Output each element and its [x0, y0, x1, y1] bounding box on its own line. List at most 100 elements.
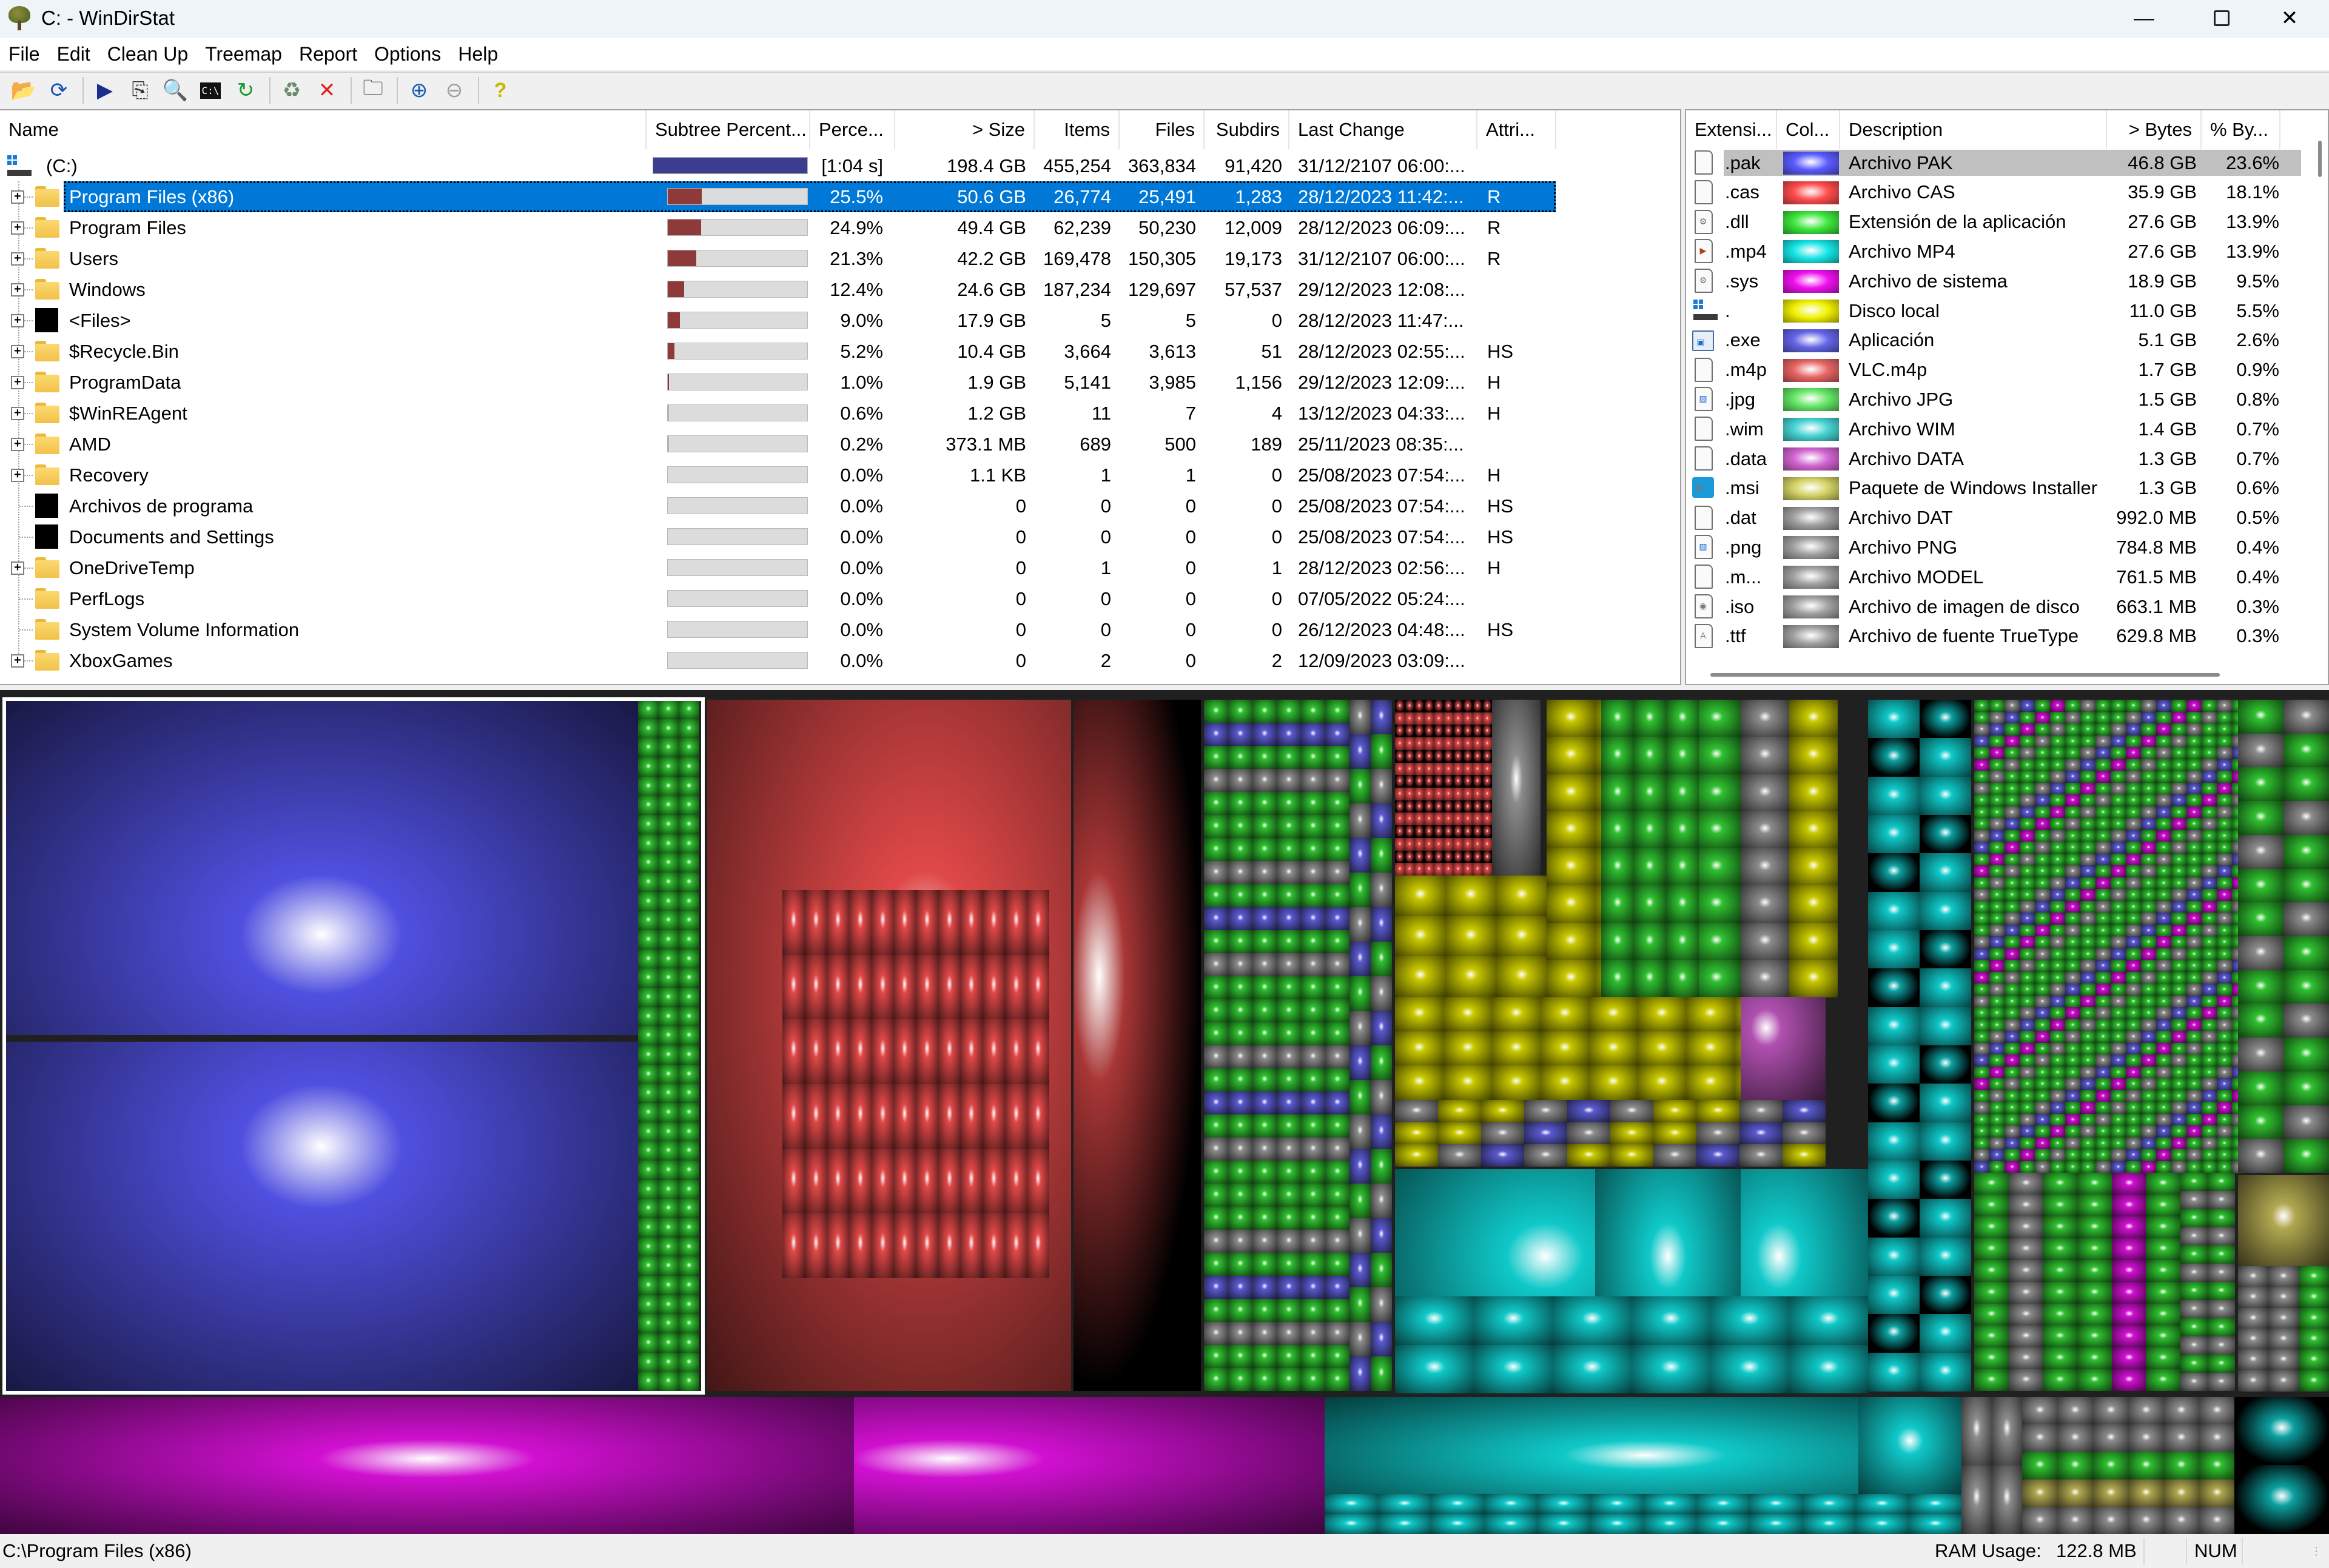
treemap-cell-dll[interactable]	[2238, 700, 2284, 734]
treemap-cell-dll[interactable]	[2141, 1067, 2156, 1079]
treemap-cell-dll[interactable]	[2171, 1067, 2186, 1079]
treemap-block-cas[interactable]	[1434, 737, 1443, 750]
treemap-cell-dll[interactable]	[2141, 865, 2156, 877]
treemap-cell-dll[interactable]	[1252, 1184, 1277, 1207]
treemap-cell-dll[interactable]	[2050, 1054, 2065, 1067]
treemap-cell-dll[interactable]	[2202, 1067, 2217, 1079]
treemap-cell-dll[interactable]	[2095, 794, 2111, 806]
treemap-cell-dll[interactable]	[1204, 1137, 1228, 1161]
treemap-cell-dll[interactable]	[2141, 1019, 2156, 1031]
treemap-cell-dll[interactable]	[1228, 1299, 1252, 1322]
treemap-cell-dll[interactable]	[2202, 700, 2217, 712]
treemap-cell-dll[interactable]	[2171, 996, 2186, 1008]
treemap-cell-dll[interactable]	[2080, 1137, 2095, 1150]
treemap-cell-other[interactable]	[1481, 1144, 1524, 1167]
treemap-cell-dll[interactable]	[2095, 901, 2111, 913]
treemap-cell-dll[interactable]	[2217, 1078, 2232, 1090]
treemap-cell-dll[interactable]	[1252, 1322, 1277, 1345]
treemap-block-cas[interactable]	[1482, 863, 1492, 876]
treemap-cell-dll[interactable]	[2146, 1282, 2180, 1304]
treemap-block-cas[interactable]	[1482, 825, 1492, 838]
treemap-cell-dll[interactable]	[2050, 759, 2065, 771]
open-item-button[interactable]: ▶	[90, 75, 120, 106]
treemap-cell-dll[interactable]	[2112, 1347, 2146, 1369]
treemap-block-mp4[interactable]	[1868, 968, 1920, 1007]
treemap-cell-other[interactable]	[1349, 907, 1371, 942]
treemap-cell-dll[interactable]	[2095, 830, 2111, 842]
column-header-subtree-percent[interactable]: Subtree Percent...	[647, 110, 810, 149]
treemap-cell-dll[interactable]	[2171, 794, 2186, 806]
treemap-cell-dll[interactable]	[2202, 794, 2217, 806]
tree-row[interactable]: Documents and Settings 0.0% 0 0 0 0 25/08/2023…	[0, 521, 1565, 552]
treemap-cell-dll[interactable]	[2156, 1031, 2171, 1043]
treemap-cell-dll[interactable]	[2146, 1238, 2180, 1260]
treemap-cell-dll[interactable]	[1204, 999, 1228, 1022]
treemap-cell-other[interactable]	[2022, 1479, 2058, 1507]
treemap-block-cas[interactable]	[1424, 763, 1434, 776]
treemap-block-mp4[interactable]	[1590, 1514, 1644, 1534]
treemap-cell-dll[interactable]	[2111, 1137, 2126, 1150]
treemap-block-cas[interactable]	[1482, 838, 1492, 851]
treemap-block-none[interactable]	[1789, 885, 1838, 923]
treemap-cell-dll[interactable]	[2035, 1031, 2050, 1043]
treemap-cell-dll[interactable]	[2050, 901, 2065, 913]
treemap-cell-dll[interactable]	[2077, 1325, 2112, 1347]
treemap-block-cas[interactable]	[916, 1084, 938, 1149]
treemap-block-cas[interactable]	[849, 955, 872, 1020]
treemap-cell-dll[interactable]	[2217, 936, 2232, 948]
treemap-cell-other[interactable]	[1567, 1144, 1610, 1167]
treemap-cell-dll[interactable]	[2111, 842, 2126, 854]
treemap-cell-dll[interactable]	[679, 1122, 699, 1142]
treemap-cell-dll[interactable]	[658, 757, 679, 777]
treemap-cell-dll[interactable]	[2202, 925, 2217, 937]
treemap-cell-dll[interactable]	[1252, 1091, 1277, 1114]
treemap-cell-dll[interactable]	[1228, 723, 1252, 746]
treemap-block-none[interactable]	[1395, 956, 1446, 997]
treemap-cell-dll[interactable]	[2156, 1054, 2171, 1067]
treemap-cell-dll[interactable]	[2217, 1114, 2232, 1126]
treemap-cell-dll[interactable]	[2095, 925, 2111, 937]
treemap-cell-dll[interactable]	[1989, 747, 2005, 759]
treemap-cell-dll[interactable]	[2202, 854, 2217, 866]
treemap-cell-dll[interactable]	[2202, 1090, 2217, 1102]
treemap-cell-other[interactable]	[1371, 769, 1392, 803]
treemap-cell-other[interactable]	[2093, 1397, 2129, 1425]
treemap-cell-other[interactable]	[1371, 1184, 1392, 1218]
treemap-cell-other[interactable]	[2268, 1266, 2299, 1287]
treemap-cell-dll[interactable]	[2141, 1102, 2156, 1114]
treemap-cell-dll[interactable]	[1325, 930, 1349, 953]
treemap-cell-dll[interactable]	[1989, 877, 2005, 890]
treemap-cell-dll[interactable]	[2005, 854, 2020, 866]
treemap-cell-other[interactable]	[2128, 1424, 2164, 1452]
treemap-block-cas[interactable]	[893, 1084, 916, 1149]
treemap-cell-dll[interactable]	[2141, 723, 2156, 735]
treemap-block-cas[interactable]	[1473, 763, 1482, 776]
treemap-cell-dll[interactable]	[2050, 1114, 2065, 1126]
treemap-cell-dll[interactable]	[2146, 1347, 2180, 1369]
extension-row[interactable]: ▣ .exe Aplicación 5.1 GB 2.6%	[1686, 326, 2305, 355]
treemap-block-mp4[interactable]	[1537, 1514, 1590, 1534]
treemap-cell-dll[interactable]	[1277, 1091, 1301, 1114]
treemap-block-cas[interactable]	[1463, 838, 1473, 851]
treemap-cell-dll[interactable]	[2111, 936, 2126, 948]
treemap-cell-dll[interactable]	[2065, 983, 2080, 996]
treemap-cell-dll[interactable]	[2020, 1149, 2035, 1161]
treemap-block-none[interactable]	[1686, 1031, 1735, 1066]
treemap-cell-dll[interactable]	[2202, 1161, 2217, 1173]
treemap-cell-dll[interactable]	[2238, 767, 2284, 801]
treemap-cell-dll[interactable]	[1974, 1173, 2009, 1194]
treemap-cell-dll[interactable]	[1204, 1091, 1228, 1114]
treemap-cell-dll[interactable]	[2171, 1090, 2186, 1102]
treemap-cell-dll[interactable]	[1228, 1276, 1252, 1299]
treemap-cell-dll[interactable]	[2217, 913, 2232, 925]
treemap-cell-other[interactable]	[1653, 1122, 1696, 1145]
treemap-cell-dll[interactable]	[2095, 854, 2111, 866]
treemap-cell-dll[interactable]	[1974, 1137, 1989, 1150]
treemap-cell-dll[interactable]	[2171, 1031, 2186, 1043]
treemap-cell-dll[interactable]	[1228, 1207, 1252, 1230]
treemap-cell-dll[interactable]	[2050, 1067, 2065, 1079]
treemap-cell-dll[interactable]	[2111, 1161, 2126, 1173]
treemap-cell-dll[interactable]	[1301, 723, 1325, 746]
treemap-block-mp4[interactable]	[1868, 1353, 1920, 1392]
treemap-cell-dll[interactable]	[2186, 723, 2202, 735]
